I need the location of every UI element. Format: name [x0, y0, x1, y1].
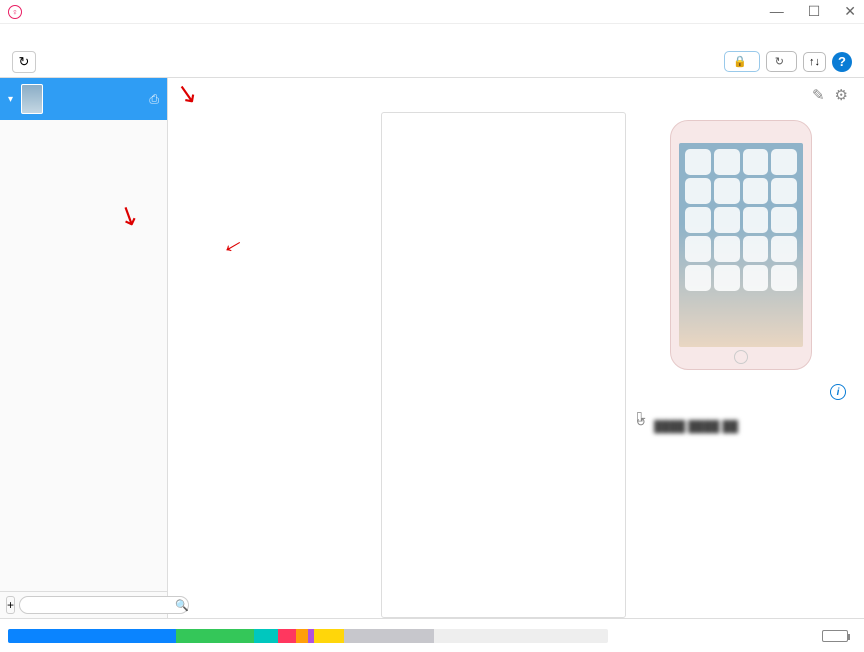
sidebar: ▾ ⎙ + 🔍 [0, 78, 168, 618]
refresh-button[interactable]: ↻ [12, 51, 36, 73]
info-heading: i [636, 384, 846, 400]
sync-icon: ↻ [775, 55, 784, 68]
info-blurred: ████ ████ ██ [636, 418, 846, 436]
add-button[interactable]: + [6, 596, 15, 614]
minimize-button[interactable]: — [770, 3, 784, 20]
backup-dropdown[interactable]: ↻ [766, 51, 797, 72]
right-panel: i ▯ ↺ ████ ████ ██ [626, 112, 856, 618]
statusbar [0, 618, 864, 652]
titlebar: ♀ — ☐ ✕ [0, 0, 864, 24]
help-button[interactable]: ? [832, 52, 852, 72]
toolbar: ↻ 🔒 ↻ ↑↓ ? [0, 46, 864, 78]
license-button[interactable]: 🔒 [724, 51, 760, 72]
action-list [381, 112, 626, 618]
transfer-button[interactable]: ↑↓ [803, 52, 826, 72]
device-preview [670, 120, 812, 370]
app-grid [176, 112, 381, 618]
app-logo-icon: ♀ [8, 5, 22, 19]
edit-icon[interactable]: ✎ [812, 86, 825, 104]
lock-icon: 🔒 [733, 55, 747, 68]
device-header[interactable]: ▾ ⎙ [0, 78, 167, 120]
search-input[interactable] [19, 596, 189, 614]
chevron-down-icon: ▾ [8, 94, 13, 105]
info-icon[interactable]: i [830, 384, 846, 400]
battery-icon [822, 630, 848, 642]
storage-bar [8, 629, 608, 643]
sidebar-list [0, 120, 167, 591]
usb-icon: ⎙ [149, 92, 159, 107]
device-thumb-icon [21, 84, 43, 114]
menubar [0, 24, 864, 46]
maximize-button[interactable]: ☐ [808, 3, 821, 20]
close-button[interactable]: ✕ [844, 3, 856, 20]
gear-icon[interactable]: ⚙ [835, 86, 848, 104]
